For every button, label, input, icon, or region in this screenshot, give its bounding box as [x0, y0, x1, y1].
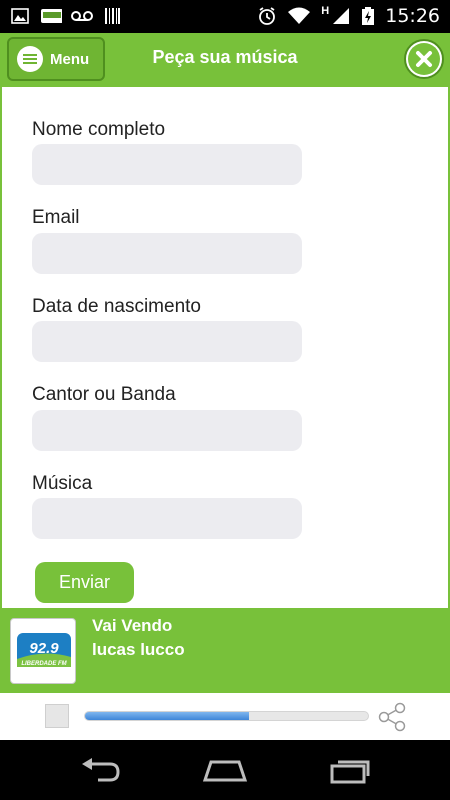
stop-button[interactable]: [45, 704, 69, 728]
progress-bar[interactable]: [84, 711, 369, 721]
station-logo: 92.9 LIBERDADE FM: [10, 618, 76, 684]
name-label: Nome completo: [32, 119, 166, 140]
email-field[interactable]: [32, 233, 302, 274]
send-button[interactable]: Enviar: [35, 562, 134, 603]
now-playing-artist: lucas lucco: [92, 640, 185, 659]
now-playing-bar: 92.9 LIBERDADE FM Vai Vendo lucas lucco: [0, 608, 450, 693]
system-nav-bar: [0, 740, 450, 800]
song-field[interactable]: [32, 498, 302, 539]
wifi-icon: [288, 7, 311, 24]
recent-apps-icon[interactable]: [328, 754, 376, 786]
battery-charging-icon: [362, 7, 375, 25]
now-playing-song: Vai Vendo: [92, 616, 173, 635]
progress-fill: [85, 712, 250, 720]
share-icon[interactable]: [374, 699, 410, 735]
name-field[interactable]: [32, 144, 302, 185]
station-logo-text: LIBERDADE FM: [21, 661, 67, 667]
menu-button-label: Menu: [50, 50, 90, 68]
network-type-label: H: [321, 5, 330, 17]
clock: 15:26: [385, 5, 440, 27]
home-icon[interactable]: [201, 754, 249, 786]
artist-label: Cantor ou Banda: [32, 384, 176, 405]
station-logo-image: 92.9 LIBERDADE FM: [17, 633, 71, 667]
station-logo-number: 92.9: [29, 640, 59, 657]
song-label: Música: [32, 473, 93, 494]
birthdate-label: Data de nascimento: [32, 296, 201, 317]
hamburger-icon: [17, 46, 43, 72]
email-label: Email: [32, 207, 80, 228]
birthdate-field[interactable]: [32, 321, 302, 362]
alarm-icon: [259, 7, 276, 25]
signal-icon: [333, 8, 350, 24]
song-request-form: Nome completo Email Data de nascimento C…: [0, 87, 450, 608]
voicemail-icon: [71, 11, 93, 21]
back-icon[interactable]: [76, 754, 124, 786]
menu-button[interactable]: Menu: [7, 37, 105, 81]
player-controls: [0, 693, 450, 740]
image-icon: [11, 8, 29, 24]
app-header: Menu Peça sua música: [0, 33, 450, 87]
status-bar-system: H 15:26: [257, 5, 440, 27]
status-bar: H 15:26: [0, 0, 450, 33]
barcode-icon: [105, 8, 120, 24]
status-bar-notifications: [10, 6, 122, 26]
close-icon: [416, 51, 432, 67]
close-button[interactable]: [404, 39, 444, 79]
app-notification-icon: [41, 9, 62, 23]
artist-field[interactable]: [32, 410, 302, 451]
